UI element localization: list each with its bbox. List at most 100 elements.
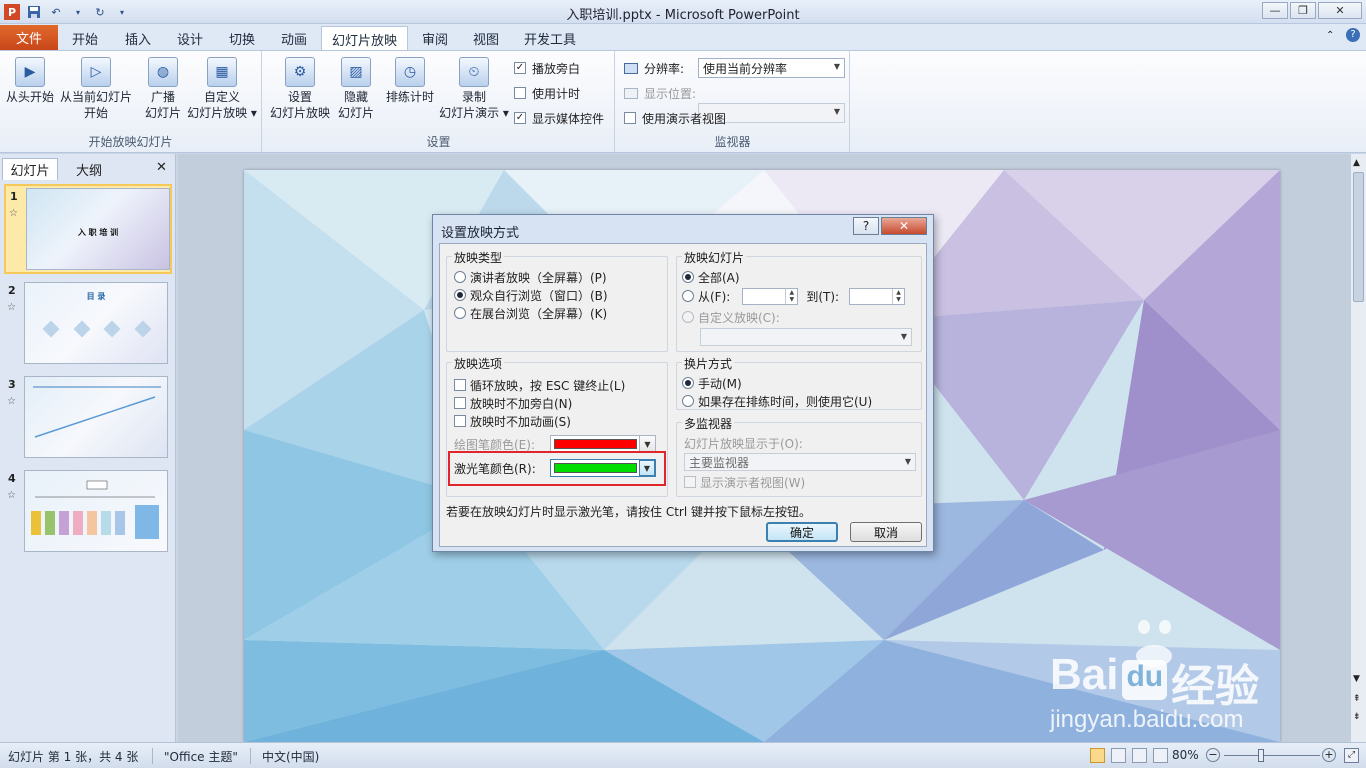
scroll-up-icon[interactable]: ▲ <box>1353 158 1360 168</box>
file-tab[interactable]: 文件 <box>0 25 58 50</box>
scroll-thumb[interactable] <box>1353 172 1364 302</box>
rehearse-timings-button[interactable]: ◷ 排练计时 <box>383 57 437 105</box>
slide-number: 1 <box>10 190 18 203</box>
tab-developer[interactable]: 开发工具 <box>514 26 586 50</box>
spinner-arrows-icon[interactable]: ▲ ▼ <box>785 288 797 304</box>
checkbox-disabled[interactable] <box>684 476 696 488</box>
radio-use-timings[interactable]: 如果存在排练时间，则使用它(U) <box>682 392 872 410</box>
tab-slides[interactable]: 幻灯片 <box>2 158 58 180</box>
radio-individual[interactable]: 观众自行浏览（窗口）(B) <box>454 286 608 304</box>
checkbox-unchecked[interactable] <box>454 415 466 427</box>
from-spinner[interactable]: ▲ ▼ <box>742 287 799 305</box>
radio-button-disabled[interactable] <box>682 311 694 323</box>
minimize-button[interactable]: — <box>1262 2 1288 19</box>
zoom-slider-track[interactable] <box>1224 755 1320 756</box>
monitor-select[interactable]: 主要监视器 ▼ <box>684 453 916 471</box>
loop-checkbox[interactable]: 循环放映，按 ESC 键终止(L) <box>454 376 664 394</box>
fit-to-window-icon[interactable]: ⤢ <box>1344 748 1359 763</box>
radio-button-selected[interactable] <box>682 377 694 389</box>
slide-thumbnail-3[interactable]: 3 ☆ <box>0 374 176 464</box>
hide-slide-icon: ▨ <box>341 57 371 87</box>
broadcast-button[interactable]: ◍ 广播 幻灯片 <box>140 57 186 121</box>
radio-kiosk[interactable]: 在展台浏览（全屏幕）(K) <box>454 304 608 322</box>
presenter-view-dialog-label: 显示演示者视图(W) <box>700 475 806 490</box>
tab-outline[interactable]: 大纲 <box>60 158 118 180</box>
presenter-label: 演讲者放映（全屏幕）(P) <box>470 270 607 285</box>
slide-sorter-icon[interactable] <box>1111 748 1126 763</box>
radio-button[interactable] <box>682 290 694 302</box>
tab-animations[interactable]: 动画 <box>271 26 317 50</box>
no-narration-checkbox[interactable]: 放映时不加旁白(N) <box>454 394 664 412</box>
no-animation-checkbox[interactable]: 放映时不加动画(S) <box>454 412 664 430</box>
slide-thumbnail-1[interactable]: 1 ☆ 入 职 培 训 <box>4 184 172 274</box>
presenter-view-dialog-checkbox[interactable]: 显示演示者视图(W) <box>684 473 916 491</box>
play-narration-checkbox[interactable]: ✓ 播放旁白 <box>514 58 604 78</box>
spinner-arrows-icon[interactable]: ▲ ▼ <box>892 288 904 304</box>
radio-button[interactable] <box>454 271 466 283</box>
tab-slide-show[interactable]: 幻灯片放映 <box>321 26 409 51</box>
dropdown-arrow-icon[interactable]: ▼ <box>639 436 655 452</box>
ok-button[interactable]: 确定 <box>766 522 838 542</box>
close-window-button[interactable]: ✕ <box>1318 2 1362 19</box>
zoom-in-icon[interactable]: + <box>1322 748 1336 762</box>
show-media-controls-checkbox[interactable]: ✓ 显示媒体控件 <box>514 108 604 128</box>
cancel-button[interactable]: 取消 <box>850 522 922 542</box>
from-current-button[interactable]: ▷ 从当前幻灯片 开始 <box>58 57 134 121</box>
checkbox-checked[interactable]: ✓ <box>514 112 526 124</box>
animation-star-icon: ☆ <box>7 396 16 407</box>
help-icon[interactable]: ? <box>1346 28 1360 42</box>
theme-status[interactable]: "Office 主题" <box>164 748 238 765</box>
radio-button-selected[interactable] <box>682 271 694 283</box>
slide-thumbnail-4[interactable]: 4 ☆ <box>0 468 176 558</box>
slide-thumbnail-2[interactable]: 2 ☆ 目 录 <box>0 280 176 370</box>
radio-manual[interactable]: 手动(M) <box>682 374 872 392</box>
radio-presenter[interactable]: 演讲者放映（全屏幕）(P) <box>454 268 608 286</box>
collapse-ribbon-icon[interactable]: ⌃ <box>1326 30 1334 41</box>
zoom-out-icon[interactable]: − <box>1206 748 1220 762</box>
individual-label: 观众自行浏览（窗口）(B) <box>470 288 608 303</box>
tab-view[interactable]: 视图 <box>463 26 509 50</box>
tab-transitions[interactable]: 切换 <box>219 26 265 50</box>
record-label-2: 幻灯片演示 ▾ <box>439 106 509 120</box>
record-slideshow-button[interactable]: ⏲ 录制 幻灯片演示 ▾ <box>437 57 511 121</box>
zoom-level[interactable]: 80% <box>1172 748 1199 762</box>
radio-custom-show[interactable]: 自定义放映(C): <box>682 308 918 326</box>
tab-insert[interactable]: 插入 <box>115 26 161 50</box>
tab-review[interactable]: 审阅 <box>412 26 458 50</box>
setup-slideshow-button[interactable]: ⚙ 设置 幻灯片放映 <box>267 57 333 121</box>
checkbox-unchecked[interactable] <box>624 112 636 124</box>
radio-button-selected[interactable] <box>454 289 466 301</box>
checkbox-unchecked[interactable] <box>454 397 466 409</box>
radio-button[interactable] <box>682 395 694 407</box>
tab-home[interactable]: 开始 <box>62 26 108 50</box>
dialog-close-button[interactable]: ✕ <box>881 217 927 235</box>
tab-design[interactable]: 设计 <box>167 26 213 50</box>
custom-show-select[interactable]: ▼ <box>700 328 912 346</box>
checkbox-unchecked[interactable] <box>454 379 466 391</box>
slideshow-view-icon[interactable] <box>1153 748 1168 763</box>
use-timings-checkbox[interactable]: 使用计时 <box>514 83 604 103</box>
monitor-icon <box>624 62 638 74</box>
slide-number: 2 <box>8 284 16 297</box>
restore-button[interactable]: ❐ <box>1290 2 1316 19</box>
close-pane-icon[interactable]: ✕ <box>156 160 167 175</box>
hide-slide-button[interactable]: ▨ 隐藏 幻灯片 <box>335 57 377 121</box>
zoom-slider-thumb[interactable] <box>1258 749 1264 762</box>
monitor-select-value: 主要监视器 <box>689 455 750 470</box>
dialog-help-button[interactable]: ? <box>853 217 879 235</box>
radio-from-to[interactable]: 从(F): ▲ ▼ 到(T): ▲ ▼ <box>682 286 918 306</box>
to-spinner[interactable]: ▲ ▼ <box>849 287 906 305</box>
radio-button[interactable] <box>454 307 466 319</box>
resolution-select[interactable]: 使用当前分辨率 ▼ <box>698 58 845 78</box>
loop-label: 循环放映，按 ESC 键终止(L) <box>470 378 626 393</box>
reading-view-icon[interactable] <box>1132 748 1147 763</box>
group-setup: ⚙ 设置 幻灯片放映 ▨ 隐藏 幻灯片 ◷ 排练计时 ⏲ 录制 幻灯片演示 ▾ … <box>263 51 615 152</box>
checkbox-unchecked[interactable] <box>514 87 526 99</box>
custom-slideshow-button[interactable]: ▦ 自定义 幻灯片放映 ▾ <box>186 57 258 121</box>
radio-all-slides[interactable]: 全部(A) <box>682 268 918 286</box>
checkbox-checked[interactable]: ✓ <box>514 62 526 74</box>
from-beginning-button[interactable]: ▶ 从头开始 <box>4 57 56 105</box>
language-status[interactable]: 中文(中国) <box>262 748 319 765</box>
presenter-view-checkbox[interactable]: 使用演示者视图 <box>624 108 726 128</box>
normal-view-icon[interactable] <box>1090 748 1105 763</box>
